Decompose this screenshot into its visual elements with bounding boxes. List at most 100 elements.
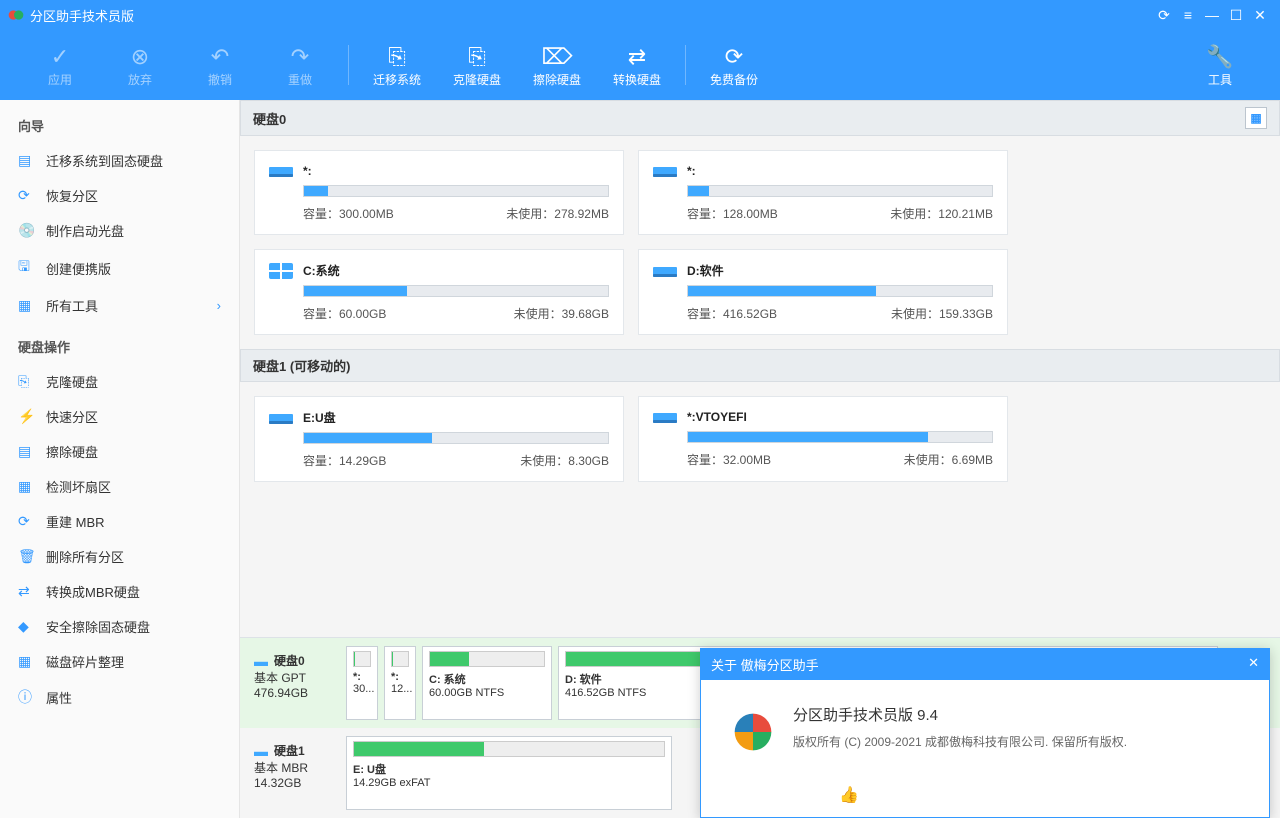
sidebar-item-diskop-9[interactable]: ⓘ属性 (0, 679, 239, 715)
sidebar-icon: ⟳ (18, 187, 36, 204)
partition-card[interactable]: C:系统 容量：60.00GB未使用：39.68GB (254, 249, 624, 335)
about-dialog: 关于 傲梅分区助手 ✕ 分区助手技术员版 9.4 版权所有 (C) 2009-2… (700, 648, 1270, 818)
wipe-button[interactable]: ⌦擦除硬盘 (517, 43, 597, 88)
sidebar-item-diskop-1[interactable]: ⚡快速分区 (0, 399, 239, 434)
sidebar-item-diskop-7[interactable]: ◆安全擦除固态硬盘 (0, 609, 239, 644)
disk-title: 硬盘1 (可移动的) (253, 356, 351, 375)
sidebar-item-diskop-5[interactable]: 🗑删除所有分区 (0, 539, 239, 574)
about-copyright: 版权所有 (C) 2009-2021 成都傲梅科技有限公司. 保留所有版权. (793, 733, 1127, 750)
capacity-label: 容量：128.00MB (687, 205, 778, 222)
partition-grid: E:U盘 容量：14.29GB未使用：8.30GB*:VTOYEFI 容量：32… (240, 382, 1280, 496)
sidebar-item-label: 克隆硬盘 (46, 372, 98, 391)
convert-button[interactable]: ⇄转换硬盘 (597, 43, 677, 88)
disk-icon: ▬ (254, 653, 268, 669)
app-logo-icon (8, 7, 24, 23)
sidebar-item-diskop-0[interactable]: ⎘ 克隆硬盘 (0, 364, 239, 399)
sidebar-item-label: 重建 MBR (46, 512, 105, 531)
disk-size: 476.94GB (254, 686, 336, 700)
partition-block-name: *: (391, 671, 409, 683)
sidebar-item-wizard-1[interactable]: ⟳恢复分区 (0, 178, 239, 213)
drive-icon (269, 410, 293, 426)
usage-bar (303, 285, 609, 297)
sidebar-item-label: 制作启动光盘 (46, 221, 124, 240)
usage-bar (687, 431, 993, 443)
undo-button[interactable]: ↶撤销 (180, 43, 260, 88)
sidebar-item-label: 磁盘碎片整理 (46, 652, 124, 671)
sidebar-item-label: 快速分区 (46, 407, 98, 426)
disk-name: 硬盘0 (274, 652, 305, 669)
usage-bar (303, 432, 609, 444)
sidebar-icon: ⎘ (18, 373, 36, 390)
capacity-label: 容量：416.52GB (687, 305, 777, 322)
sidebar-item-wizard-3[interactable]: 🖫创建便携版 (0, 248, 239, 288)
redo-button[interactable]: ↷重做 (260, 43, 340, 88)
thumb-icon[interactable]: 👍 (839, 785, 859, 805)
capacity-label: 容量：32.00MB (687, 451, 771, 468)
sidebar-item-diskop-3[interactable]: ▦检测坏扇区 (0, 469, 239, 504)
sidebar-icon: ▦ (18, 653, 36, 670)
partition-block[interactable]: C: 系统60.00GB NTFS (422, 646, 552, 720)
sidebar-item-wizard-2[interactable]: 💿 制作启动光盘 (0, 213, 239, 248)
sidebar-icon: ◆ (18, 618, 36, 635)
sidebar-icon: ⟳ (18, 513, 36, 530)
sidebar-item-label: 擦除硬盘 (46, 442, 98, 461)
capacity-label: 容量：60.00GB (303, 305, 386, 322)
discard-button[interactable]: ⊗放弃 (100, 43, 180, 88)
sidebar-icon: 💿 (18, 222, 36, 239)
disk-block: ▬硬盘1基本 MBR14.32GB (250, 736, 340, 810)
sidebar-icon: ⇄ (18, 583, 36, 600)
clone-button[interactable]: ⎘克隆硬盘 (437, 43, 517, 88)
sidebar-item-diskop-6[interactable]: ⇄ 转换成MBR硬盘 (0, 574, 239, 609)
partition-card[interactable]: D:软件 容量：416.52GB未使用：159.33GB (638, 249, 1008, 335)
partition-block[interactable]: *:12... (384, 646, 416, 720)
app-title: 分区助手技术员版 (30, 6, 134, 25)
free-label: 未使用：120.21MB (890, 205, 993, 222)
partition-name: *: (303, 164, 312, 178)
sidebar-item-label: 删除所有分区 (46, 547, 124, 566)
partition-block[interactable]: E: U盘14.29GB exFAT (346, 736, 672, 810)
view-toggle-icon[interactable]: ▦ (1245, 107, 1267, 129)
titlebar: 分区助手技术员版 ⟳ ≡ — ☐ ✕ (0, 0, 1280, 30)
usage-bar (687, 285, 993, 297)
usage-bar (303, 185, 609, 197)
capacity-label: 容量：14.29GB (303, 452, 386, 469)
sidebar-item-label: 转换成MBR硬盘 (46, 582, 140, 601)
partition-card[interactable]: *:VTOYEFI 容量：32.00MB未使用：6.69MB (638, 396, 1008, 482)
partition-grid: *: 容量：300.00MB未使用：278.92MB*: 容量：128.00MB… (240, 136, 1280, 349)
disk-name: 硬盘1 (274, 742, 305, 759)
sidebar-item-diskop-4[interactable]: ⟳ 重建 MBR (0, 504, 239, 539)
disk-header: 硬盘0 ▦ (240, 100, 1280, 136)
partition-card[interactable]: *: 容量：128.00MB未使用：120.21MB (638, 150, 1008, 235)
minimize-icon[interactable]: — (1200, 7, 1224, 23)
sidebar-item-label: 迁移系统到固态硬盘 (46, 151, 163, 170)
partition-bar (353, 741, 665, 757)
partition-name: E:U盘 (303, 409, 336, 426)
migrate-button[interactable]: ⎘迁移系统 (357, 43, 437, 88)
tools-button[interactable]: 🔧工具 (1180, 43, 1260, 88)
drive-icon (653, 409, 677, 425)
about-titlebar: 关于 傲梅分区助手 ✕ (701, 649, 1269, 680)
menu-icon[interactable]: ≡ (1176, 7, 1200, 23)
refresh-icon[interactable]: ⟳ (1152, 7, 1176, 24)
partition-card[interactable]: E:U盘 容量：14.29GB未使用：8.30GB (254, 396, 624, 482)
partition-card[interactable]: *: 容量：300.00MB未使用：278.92MB (254, 150, 624, 235)
close-icon[interactable]: ✕ (1248, 7, 1272, 24)
partition-block[interactable]: *:30... (346, 646, 378, 720)
disk-header: 硬盘1 (可移动的) (240, 349, 1280, 382)
partition-name: *:VTOYEFI (687, 410, 747, 424)
partition-name: C:系统 (303, 262, 340, 279)
disk-title: 硬盘0 (253, 109, 286, 128)
sidebar-item-wizard-0[interactable]: ▤迁移系统到固态硬盘 (0, 143, 239, 178)
sidebar-item-diskop-8[interactable]: ▦ 磁盘碎片整理 (0, 644, 239, 679)
partition-block-name: *: (353, 671, 371, 683)
about-close-icon[interactable]: ✕ (1248, 655, 1259, 674)
backup-button[interactable]: ⟳免费备份 (694, 43, 774, 88)
disk-type: 基本 GPT (254, 669, 336, 686)
sidebar-item-wizard-4[interactable]: ▦所有工具› (0, 288, 239, 323)
maximize-icon[interactable]: ☐ (1224, 7, 1248, 24)
partition-block-sub: 14.29GB exFAT (353, 777, 665, 789)
about-version: 分区助手技术员版 9.4 (793, 704, 1127, 725)
sidebar-item-diskop-2[interactable]: ▤擦除硬盘 (0, 434, 239, 469)
apply-button[interactable]: ✓应用 (20, 43, 100, 88)
free-label: 未使用：159.33GB (891, 305, 993, 322)
